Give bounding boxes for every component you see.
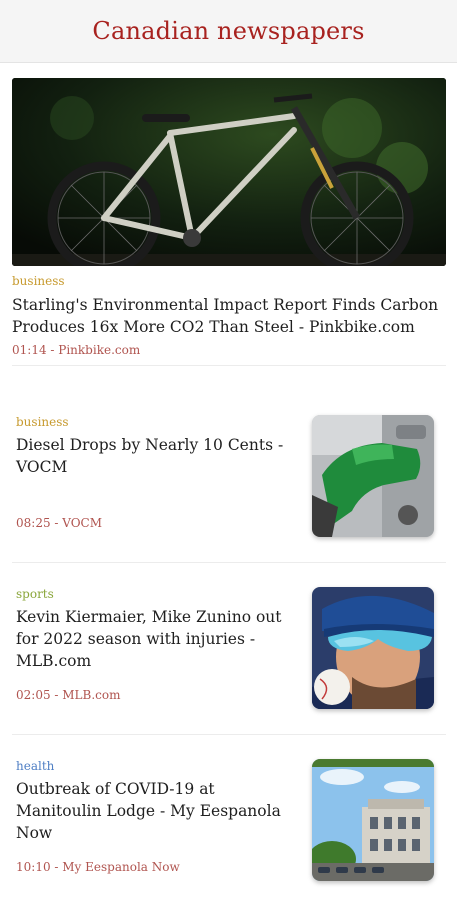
article-title[interactable]: Diesel Drops by Nearly 10 Cents - VOCM bbox=[16, 434, 300, 478]
divider bbox=[12, 734, 446, 735]
fuel-nozzle-photo-icon bbox=[312, 415, 434, 537]
bicycle-photo-icon bbox=[12, 78, 446, 266]
featured-category[interactable]: business bbox=[12, 274, 446, 288]
list-item-article-2[interactable]: sports Kevin Kiermaier, Mike Zunino out … bbox=[16, 587, 436, 711]
page-title: Canadian newspapers bbox=[92, 17, 365, 45]
featured-title[interactable]: Starling's Environmental Impact Report F… bbox=[12, 294, 442, 338]
divider bbox=[12, 365, 446, 366]
article-thumbnail[interactable] bbox=[312, 415, 434, 537]
article-category[interactable]: business bbox=[16, 415, 300, 429]
article-meta: 08:25 - VOCM bbox=[16, 516, 103, 530]
featured-meta: 01:14 - Pinkbike.com bbox=[12, 343, 141, 357]
article-thumbnail[interactable] bbox=[312, 587, 434, 709]
article-meta: 10:10 - My Eespanola Now bbox=[16, 860, 180, 874]
article-meta: 02:05 - MLB.com bbox=[16, 688, 121, 702]
featured-article[interactable]: business Starling's Environmental Impact… bbox=[12, 78, 446, 357]
list-item-article-3[interactable]: health Outbreak of COVID-19 at Manitouli… bbox=[16, 759, 436, 883]
article-thumbnail[interactable] bbox=[312, 759, 434, 881]
article-category[interactable]: sports bbox=[16, 587, 300, 601]
building-photo-icon bbox=[312, 759, 434, 881]
list-item-article-1[interactable]: business Diesel Drops by Nearly 10 Cents… bbox=[16, 415, 436, 539]
app-header: Canadian newspapers bbox=[0, 0, 457, 63]
article-title[interactable]: Kevin Kiermaier, Mike Zunino out for 202… bbox=[16, 606, 300, 672]
article-category[interactable]: health bbox=[16, 759, 300, 773]
divider bbox=[12, 562, 446, 563]
featured-image[interactable] bbox=[12, 78, 446, 266]
article-title[interactable]: Outbreak of COVID-19 at Manitoulin Lodge… bbox=[16, 778, 300, 844]
baseball-player-photo-icon bbox=[312, 587, 434, 709]
